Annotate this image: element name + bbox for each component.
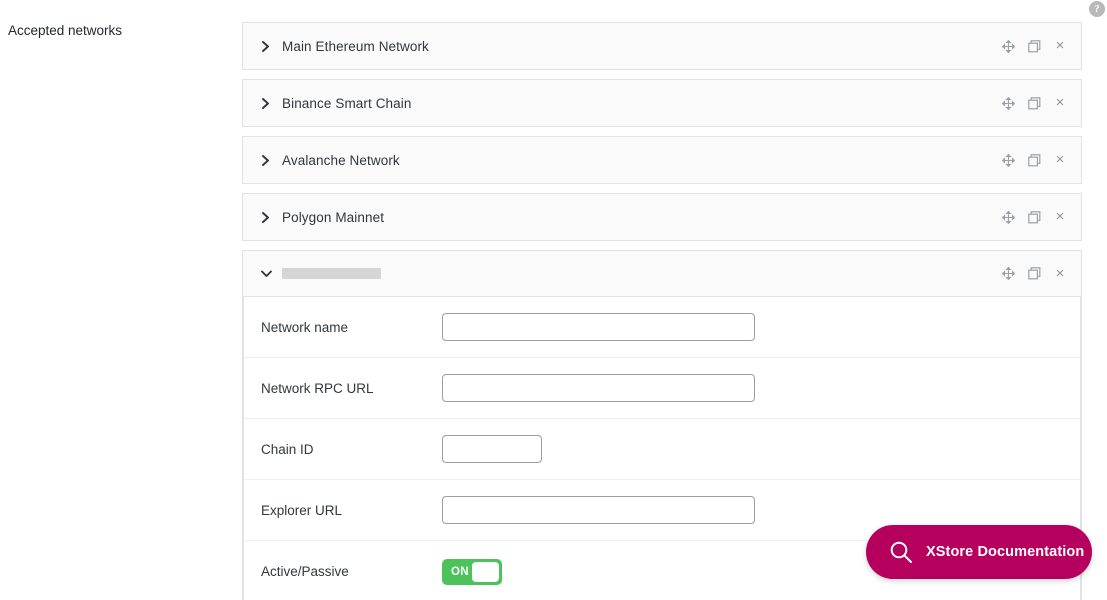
move-icon[interactable]	[1001, 153, 1015, 167]
explorer-url-input[interactable]	[442, 496, 755, 524]
network-row-actions: ×	[1001, 266, 1067, 281]
form-row-network-rpc-url: Network RPC URL	[244, 358, 1080, 419]
network-item: Polygon Mainnet ×	[242, 193, 1082, 241]
network-row-actions: ×	[1001, 38, 1067, 53]
form-row-chain-id: Chain ID	[244, 419, 1080, 480]
move-icon[interactable]	[1001, 267, 1015, 281]
move-icon[interactable]	[1001, 39, 1015, 53]
move-icon[interactable]	[1001, 96, 1015, 110]
xstore-documentation-button[interactable]: XStore Documentation	[866, 525, 1092, 579]
network-name-label: Network name	[261, 319, 349, 335]
accepted-networks-label: Accepted networks	[8, 23, 123, 38]
page-root: ? Accepted networks Main Ethereum Networ…	[0, 0, 1107, 600]
network-title-placeholder	[282, 268, 381, 279]
help-icon[interactable]: ?	[1089, 1, 1105, 17]
network-rpc-url-label: Network RPC URL	[261, 380, 374, 396]
chain-id-input[interactable]	[442, 435, 542, 463]
network-title: Main Ethereum Network	[282, 38, 429, 54]
network-row-actions: ×	[1001, 95, 1067, 110]
duplicate-icon[interactable]	[1027, 210, 1041, 224]
close-icon[interactable]: ×	[1053, 95, 1067, 110]
close-icon[interactable]: ×	[1053, 152, 1067, 167]
chevron-right-icon	[260, 154, 272, 166]
chevron-right-icon	[260, 40, 272, 52]
toggle-state-label: ON	[451, 565, 469, 578]
accepted-networks-list: Main Ethereum Network × Binance Smart Ch…	[242, 22, 1082, 600]
network-name-input[interactable]	[442, 313, 755, 341]
network-row-actions: ×	[1001, 209, 1067, 224]
chain-id-control	[442, 435, 1080, 463]
search-icon	[888, 539, 914, 565]
network-item: Main Ethereum Network ×	[242, 22, 1082, 70]
duplicate-icon[interactable]	[1027, 39, 1041, 53]
network-title: Polygon Mainnet	[282, 209, 385, 225]
network-header[interactable]: Polygon Mainnet ×	[243, 194, 1081, 240]
duplicate-icon[interactable]	[1027, 267, 1041, 281]
chevron-right-icon	[260, 211, 272, 223]
chevron-right-icon	[260, 97, 272, 109]
active-passive-toggle[interactable]: ON	[442, 558, 502, 585]
move-icon[interactable]	[1001, 210, 1015, 224]
chain-id-label: Chain ID	[261, 441, 314, 457]
network-item: Binance Smart Chain ×	[242, 79, 1082, 127]
active-passive-label: Active/Passive	[261, 564, 349, 579]
toggle-knob	[472, 561, 499, 582]
form-row-network-name: Network name	[244, 297, 1080, 358]
network-item: Avalanche Network ×	[242, 136, 1082, 184]
explorer-url-control	[442, 496, 1080, 524]
network-name-control	[442, 313, 1080, 341]
network-header[interactable]: Binance Smart Chain ×	[243, 80, 1081, 126]
explorer-url-label: Explorer URL	[261, 502, 343, 518]
duplicate-icon[interactable]	[1027, 153, 1041, 167]
network-title: Avalanche Network	[282, 152, 400, 168]
close-icon[interactable]: ×	[1053, 266, 1067, 281]
xstore-documentation-label: XStore Documentation	[926, 544, 1085, 560]
network-rpc-url-control	[442, 374, 1080, 402]
network-title: Binance Smart Chain	[282, 95, 412, 111]
close-icon[interactable]: ×	[1053, 209, 1067, 224]
network-header[interactable]: Avalanche Network ×	[243, 137, 1081, 183]
network-header[interactable]: ×	[243, 251, 1081, 297]
chevron-down-icon	[260, 268, 272, 280]
network-header[interactable]: Main Ethereum Network ×	[243, 23, 1081, 69]
close-icon[interactable]: ×	[1053, 38, 1067, 53]
network-rpc-url-input[interactable]	[442, 374, 755, 402]
duplicate-icon[interactable]	[1027, 96, 1041, 110]
network-row-actions: ×	[1001, 152, 1067, 167]
